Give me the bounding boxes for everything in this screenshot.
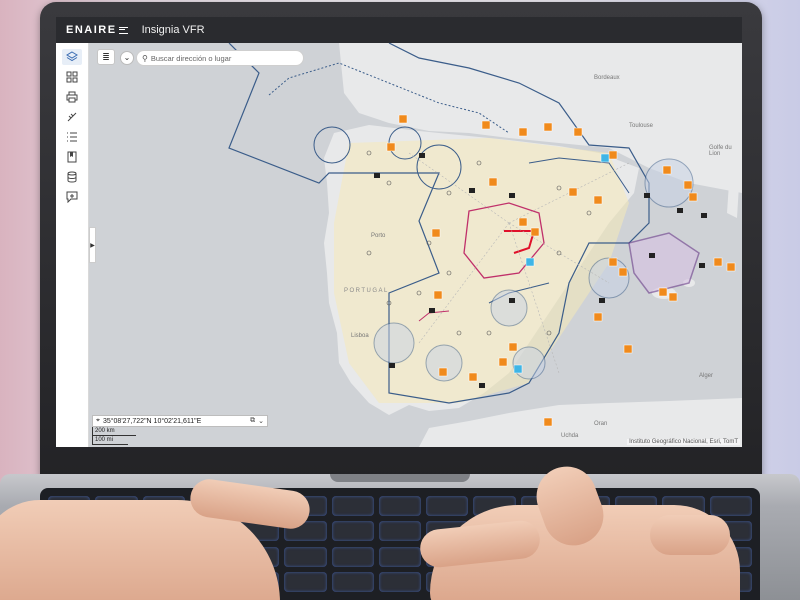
expand-search-button[interactable]: ⌄ xyxy=(120,51,134,65)
right-hand-finger xyxy=(650,515,730,555)
database-tool-button[interactable] xyxy=(62,169,82,185)
aeronautical-map[interactable] xyxy=(89,43,742,447)
list-icon xyxy=(67,132,77,142)
bookmark-tool-button[interactable] xyxy=(62,149,82,165)
map-label-bordeaux: Bordeaux xyxy=(594,75,620,81)
map-attribution: Instituto Geográfico Nacional, Esri, Tom… xyxy=(627,439,740,445)
map-label-portugal: PORTUGAL xyxy=(344,288,389,294)
keyboard-key xyxy=(709,496,752,516)
keyboard-key xyxy=(378,571,422,592)
coordinate-format-dropdown[interactable]: ⌄ xyxy=(258,417,264,425)
keyboard-key xyxy=(378,521,422,542)
map-label-uchda: Uchda xyxy=(561,433,579,439)
scale-km: 200 km xyxy=(92,427,136,436)
copy-icon[interactable]: ⧉ xyxy=(250,417,255,425)
keyboard-key xyxy=(331,521,374,542)
keyboard-key xyxy=(331,496,374,516)
list-tool-button[interactable] xyxy=(62,129,82,145)
photo-scene: ENAIRE Insignia VFR Bordeaux Toulouse Go… xyxy=(0,0,800,600)
stack-icon: ≣ xyxy=(102,52,110,62)
keyboard-key xyxy=(284,571,327,592)
layers-icon xyxy=(66,51,78,62)
scale-mi: 100 mi xyxy=(92,436,128,445)
search-input[interactable] xyxy=(150,53,301,63)
grid-tool-button[interactable] xyxy=(62,69,82,85)
map-label-porto: Porto xyxy=(371,233,386,239)
map-label-golfo: Golfe du Lion xyxy=(709,145,732,157)
keyboard-key xyxy=(284,546,327,567)
map-label-lisboa: Lisboa xyxy=(351,333,369,339)
layers-tool-button[interactable] xyxy=(62,49,82,65)
layers-panel-button[interactable]: ≣ xyxy=(97,49,115,65)
scale-bar: 200 km 100 mi xyxy=(92,427,136,445)
print-tool-button[interactable] xyxy=(62,89,82,105)
keyboard-key xyxy=(426,496,469,516)
printer-icon xyxy=(66,91,78,103)
database-icon xyxy=(67,171,77,183)
keyboard-key xyxy=(378,496,422,516)
map-label-alger: Alger xyxy=(699,373,714,379)
chevron-right-icon: ▶ xyxy=(90,242,95,249)
search-icon: ⚲ xyxy=(142,53,148,63)
laptop-screen: ENAIRE Insignia VFR Bordeaux Toulouse Go… xyxy=(56,17,742,447)
crosshair-icon: ⌖ xyxy=(96,417,100,424)
brand-bars-icon xyxy=(118,26,128,34)
search-box[interactable]: ⚲ xyxy=(136,50,304,66)
map-label-toulouse: Toulouse xyxy=(629,123,654,129)
keyboard-key xyxy=(378,546,422,567)
measure-tool-button[interactable] xyxy=(62,109,82,125)
app-header: ENAIRE Insignia VFR xyxy=(56,17,742,43)
add-note-tool-button[interactable] xyxy=(62,189,82,205)
chevron-down-icon: ⌄ xyxy=(123,53,131,62)
coordinates-readout: 35°08'27,722"N 10°02'21,611"E xyxy=(102,417,202,425)
laptop-hinge xyxy=(330,474,470,482)
map-canvas[interactable]: Bordeaux Toulouse Golfe du Lion Porto PO… xyxy=(89,43,742,447)
keyboard-key xyxy=(331,571,374,592)
measure-icon xyxy=(67,112,77,122)
bookmark-icon xyxy=(67,151,77,163)
side-panel-toggle[interactable]: ▶ xyxy=(89,227,96,263)
brand-logo[interactable]: ENAIRE xyxy=(66,24,128,36)
grid-icon xyxy=(66,71,78,83)
brand-name: ENAIRE xyxy=(66,24,117,36)
map-label-oran: Oran xyxy=(594,421,608,427)
keyboard-key xyxy=(331,546,374,567)
left-toolbar xyxy=(56,43,89,447)
coordinates-bar: ⌖ 35°08'27,722"N 10°02'21,611"E ⧉ ⌄ xyxy=(92,415,268,427)
add-note-icon xyxy=(66,191,78,203)
app-title: Insignia VFR xyxy=(141,24,205,36)
